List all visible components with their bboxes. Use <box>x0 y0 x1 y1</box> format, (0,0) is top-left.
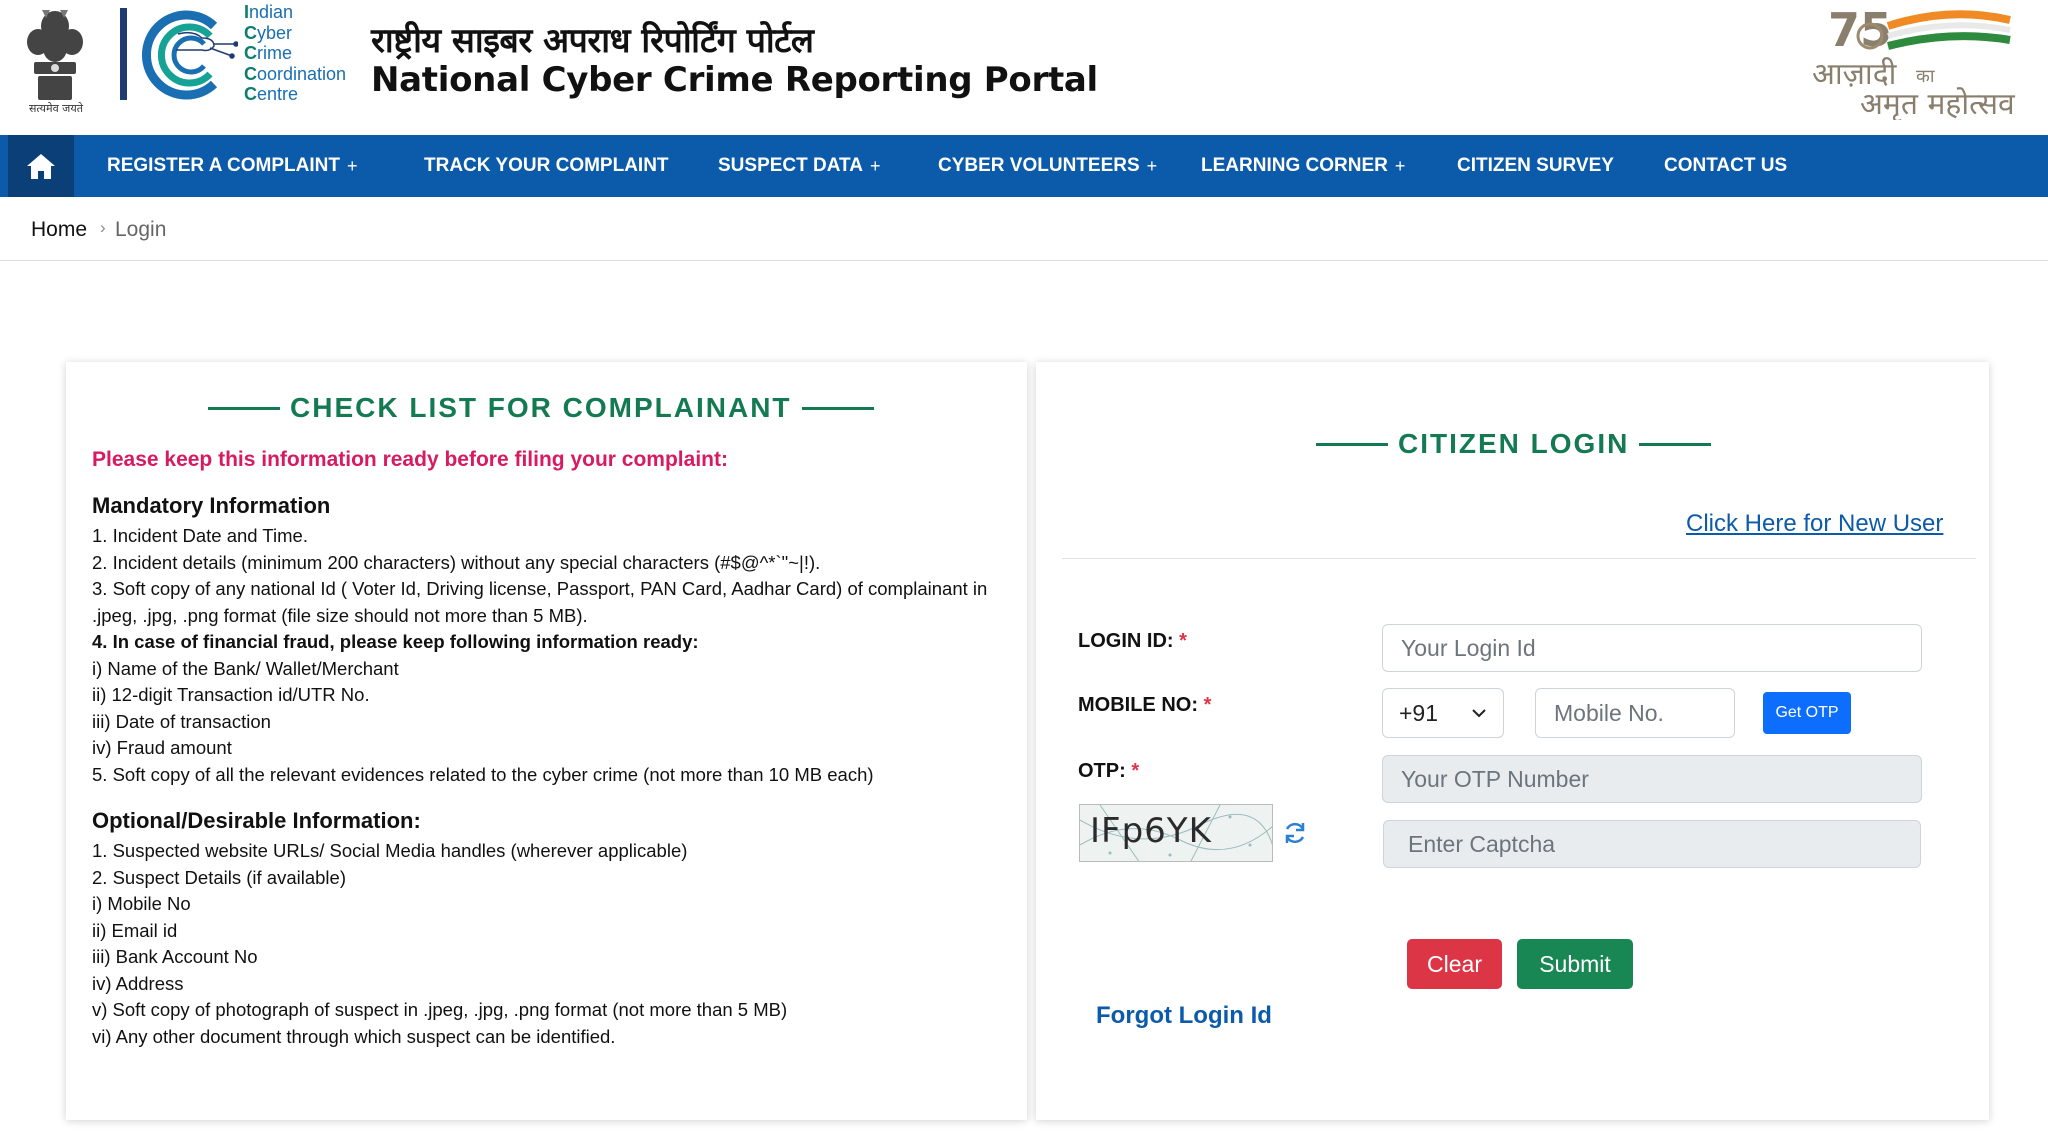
list-item: vi) Any other document through which sus… <box>92 1025 616 1047</box>
emblem-caption: सत्यमेव जयते <box>28 102 83 115</box>
checklist-instruction: Please keep this information ready befor… <box>92 448 728 471</box>
nav-track-complaint[interactable]: TRACK YOUR COMPLAINT <box>424 135 669 197</box>
national-emblem-icon <box>27 10 83 100</box>
otp-label: OTP: * <box>1078 760 1140 782</box>
checklist-panel: CHECK LIST FOR COMPLAINANT Please keep t… <box>66 362 1027 1120</box>
org-line: Cyber <box>244 22 293 43</box>
list-item: 3. Soft copy of any national Id ( Voter … <box>92 578 988 626</box>
list-item: 4. In case of financial fraud, please ke… <box>92 631 699 652</box>
breadcrumb: Home › Login <box>0 197 2048 261</box>
chevron-down-icon <box>1472 709 1486 718</box>
azadi-ka-amrit-mahotsav-logo-icon: 75 आज़ादी का अमृत महोत्सव <box>1812 3 2016 120</box>
mobile-label: MOBILE NO: * <box>1078 694 1212 716</box>
site-header: सत्यमेव जयते Indian Cyber Crime Coordina… <box>0 0 2048 135</box>
nav-register-complaint[interactable]: REGISTER A COMPLAINT + <box>107 135 357 197</box>
nav-citizen-survey[interactable]: CITIZEN SURVEY <box>1457 135 1614 197</box>
title-line-right <box>801 406 874 410</box>
list-item: 2. Incident details (minimum 200 charact… <box>92 551 821 573</box>
country-code-select[interactable]: +91 <box>1382 688 1504 738</box>
nav-contact-us[interactable]: CONTACT US <box>1664 135 1787 197</box>
login-panel: CITIZEN LOGIN Click Here for New User LO… <box>1036 362 1989 1120</box>
list-item: 5. Soft copy of all the relevant evidenc… <box>92 763 874 785</box>
nav-cyber-volunteers[interactable]: CYBER VOLUNTEERS + <box>938 135 1157 197</box>
list-item: i) Name of the Bank/ Wallet/Merchant <box>92 657 399 679</box>
get-otp-button[interactable]: Get OTP <box>1763 692 1851 734</box>
list-item: ii) Email id <box>92 919 178 941</box>
breadcrumb-current: Login <box>115 218 167 241</box>
svg-text:का: का <box>1916 66 1935 87</box>
mandatory-list: 1. Incident Date and Time. 2. Incident d… <box>92 523 1007 788</box>
list-item: iii) Bank Account No <box>92 946 258 967</box>
title-line-left <box>208 406 280 410</box>
clear-button[interactable]: Clear <box>1407 939 1502 989</box>
title-line-right <box>1639 442 1712 446</box>
refresh-captcha-icon[interactable] <box>1281 819 1309 847</box>
captcha-input[interactable] <box>1383 820 1921 868</box>
list-item: 2. Suspect Details (if available) <box>92 866 346 888</box>
title-line-left <box>1316 442 1388 446</box>
i4c-logo-icon <box>120 8 238 100</box>
forgot-login-id-link[interactable]: Forgot Login Id <box>1096 1002 1272 1030</box>
home-icon <box>27 154 55 179</box>
otp-input[interactable] <box>1382 755 1922 803</box>
list-item: 1. Suspected website URLs/ Social Media … <box>92 840 688 861</box>
optional-heading: Optional/Desirable Information: <box>92 808 421 833</box>
i4c-org-name: Indian Cyber Crime Coordination Centre <box>244 2 346 105</box>
org-line: Indian <box>244 2 294 22</box>
list-item: ii) 12-digit Transaction id/UTR No. <box>92 684 370 705</box>
list-item: v) Soft copy of photograph of suspect in… <box>92 999 788 1020</box>
login-id-label: LOGIN ID: * <box>1078 630 1187 652</box>
mandatory-heading: Mandatory Information <box>92 493 331 518</box>
login-title: CITIZEN LOGIN <box>1316 428 1712 460</box>
checklist-title: CHECK LIST FOR COMPLAINANT <box>208 392 874 424</box>
new-user-link[interactable]: Click Here for New User <box>1686 510 1943 538</box>
list-item: iv) Address <box>92 972 184 994</box>
portal-title-hindi: राष्ट्रीय साइबर अपराध रिपोर्टिंग पोर्टल <box>371 21 814 61</box>
chevron-right-icon: › <box>100 218 106 237</box>
divider <box>1062 558 1976 559</box>
login-id-input[interactable] <box>1382 624 1922 672</box>
breadcrumb-home-link[interactable]: Home <box>31 218 87 242</box>
org-line: Centre <box>244 84 299 104</box>
list-item: i) Mobile No <box>92 893 191 914</box>
list-item: iii) Date of transaction <box>92 710 271 732</box>
optional-list: 1. Suspected website URLs/ Social Media … <box>92 838 1007 1050</box>
main-nav: REGISTER A COMPLAINT + TRACK YOUR COMPLAI… <box>0 135 2048 197</box>
captcha-text: IFp6YK <box>1090 811 1212 851</box>
mobile-number-input[interactable] <box>1535 688 1735 738</box>
list-item: iv) Fraud amount <box>92 737 232 758</box>
portal-title-english: National Cyber Crime Reporting Portal <box>371 60 1098 100</box>
captcha-image: IFp6YK <box>1079 804 1273 862</box>
home-button[interactable] <box>8 135 74 197</box>
submit-button[interactable]: Submit <box>1517 939 1633 989</box>
svg-text:अमृत महोत्सव: अमृत महोत्सव <box>1860 87 2016 120</box>
nav-learning-corner[interactable]: LEARNING CORNER + <box>1201 135 1405 197</box>
org-line: Coordination <box>244 63 347 84</box>
org-line: Crime <box>244 43 292 63</box>
nav-suspect-data[interactable]: SUSPECT DATA + <box>718 135 880 197</box>
list-item: 1. Incident Date and Time. <box>92 525 308 546</box>
